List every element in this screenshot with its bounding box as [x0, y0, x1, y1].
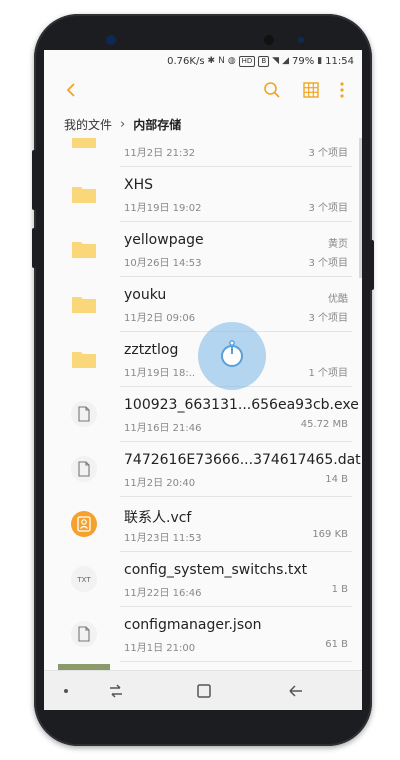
file-meta: 14 B [325, 474, 348, 485]
nfc-icon: N [218, 56, 225, 66]
file-meta: 1 个项目 [308, 368, 348, 379]
file-date: 10月26日 14:53 [124, 258, 202, 269]
hd-badge: HD [238, 55, 256, 67]
file-name: 100923_663131...656ea93cb.exe [124, 397, 359, 413]
screen: 0.76K/s ✱ N ◍ HD B ◥ ◢ 79% ▮ 11:54 我的文件 … [44, 50, 362, 710]
file-date: 11月19日 19:02 [124, 203, 202, 214]
app-bar [44, 72, 362, 108]
file-name: configmanager.json [124, 617, 262, 633]
divider [120, 661, 352, 662]
file-icon [71, 456, 97, 482]
file-meta: 45.72 MB [300, 419, 348, 430]
file-meta: 61 B [325, 639, 348, 650]
list-item[interactable]: yellowpage 10月26日 14:53 黄页 3 个项目 [44, 222, 362, 277]
back-button-icon[interactable] [286, 681, 306, 701]
volume-button [32, 150, 36, 210]
list-item[interactable]: TXT config_system_switchs.txt 11月22日 16:… [44, 552, 362, 607]
file-meta: 3 个项目 [308, 258, 348, 269]
iris-sensor [106, 35, 116, 45]
file-date: 11月1日 21:00 [124, 643, 196, 654]
bluetooth-icon: ✱ [207, 56, 216, 66]
file-name: 7472616E73666...374617465.dat [124, 452, 361, 468]
chevron-right-icon: › [120, 116, 126, 132]
breadcrumb: 我的文件 › 内部存储 [44, 110, 362, 138]
dot-indicator-icon [64, 689, 68, 693]
touch-indicator [198, 322, 266, 390]
clock: 11:54 [325, 55, 354, 67]
file-icon [71, 621, 97, 647]
file-meta: 1 B [331, 584, 348, 595]
file-name: yellowpage [124, 232, 204, 248]
breadcrumb-current[interactable]: 内部存储 [133, 116, 181, 133]
file-source: 优酷 [328, 294, 348, 305]
file-name: config_system_switchs.txt [124, 562, 308, 578]
file-name: XHS [124, 177, 154, 193]
mute-icon: ◍ [227, 56, 236, 66]
back-arrow-icon[interactable] [62, 80, 82, 100]
breadcrumb-root[interactable]: 我的文件 [64, 116, 112, 133]
txt-icon-label: TXT [76, 576, 91, 584]
file-list: 11月2日 21:32 3 个项目 XHS 11月19日 19:02 3 个项目… [44, 138, 362, 670]
b-badge: B [258, 55, 270, 67]
txt-file-icon: TXT [71, 566, 97, 592]
signal-icon: ◢ [282, 56, 289, 66]
file-date: 11月2日 09:06 [124, 313, 196, 324]
bixby-button [32, 228, 36, 268]
battery-icon: ▮ [317, 56, 323, 66]
file-name: 联系人.vcf [124, 510, 192, 526]
contact-card-icon [71, 511, 97, 537]
file-name: zztztlog [124, 342, 179, 358]
more-options-icon[interactable] [332, 80, 352, 100]
search-icon[interactable] [262, 80, 282, 100]
list-item[interactable]: 11月2日 21:32 3 个项目 [44, 138, 362, 167]
power-button [370, 240, 374, 290]
file-date: 11月2日 20:40 [124, 478, 196, 489]
file-meta: 3 个项目 [308, 313, 348, 324]
navigation-bar [44, 670, 362, 710]
folder-icon [72, 242, 96, 258]
grid-view-icon[interactable] [301, 80, 321, 100]
folder-icon [72, 187, 96, 203]
folder-icon [72, 352, 96, 368]
list-item[interactable]: XHS 11月19日 19:02 3 个项目 [44, 167, 362, 222]
list-item[interactable]: 100923_663131...656ea93cb.exe 11月16日 21:… [44, 387, 362, 442]
list-item[interactable]: 7472616E73666...374617465.dat 11月2日 20:4… [44, 442, 362, 497]
folder-icon [72, 297, 96, 313]
wifi-icon: ◥ [272, 56, 280, 66]
home-button-icon[interactable] [194, 681, 214, 701]
file-date: 11月23日 11:53 [124, 533, 202, 544]
file-source: 黄页 [328, 239, 348, 250]
status-bar: 0.76K/s ✱ N ◍ HD B ◥ ◢ 79% ▮ 11:54 [44, 50, 362, 72]
file-date: 11月16日 21:46 [124, 423, 202, 434]
scrollbar[interactable] [359, 138, 362, 278]
list-item[interactable]: configmanager.json 11月1日 21:00 61 B [44, 607, 362, 662]
file-meta: 3 个项目 [308, 203, 348, 214]
folder-icon [72, 138, 96, 148]
recent-apps-icon[interactable] [106, 681, 126, 701]
file-meta: 3 个项目 [308, 148, 348, 159]
file-date: 11月22日 16:46 [124, 588, 202, 599]
list-item[interactable]: 联系人.vcf 11月23日 11:53 169 KB [44, 497, 362, 552]
file-date: 11月19日 18:.. [124, 368, 196, 379]
battery-percent: 79% [291, 55, 315, 67]
file-icon [71, 401, 97, 427]
touch-pointer-icon [221, 340, 243, 367]
network-speed: 0.76K/s [167, 55, 205, 67]
front-camera [264, 35, 274, 45]
file-meta: 169 KB [312, 529, 348, 540]
proximity-sensor [298, 37, 304, 43]
file-date: 11月2日 21:32 [124, 148, 196, 159]
file-name: youku [124, 287, 167, 303]
